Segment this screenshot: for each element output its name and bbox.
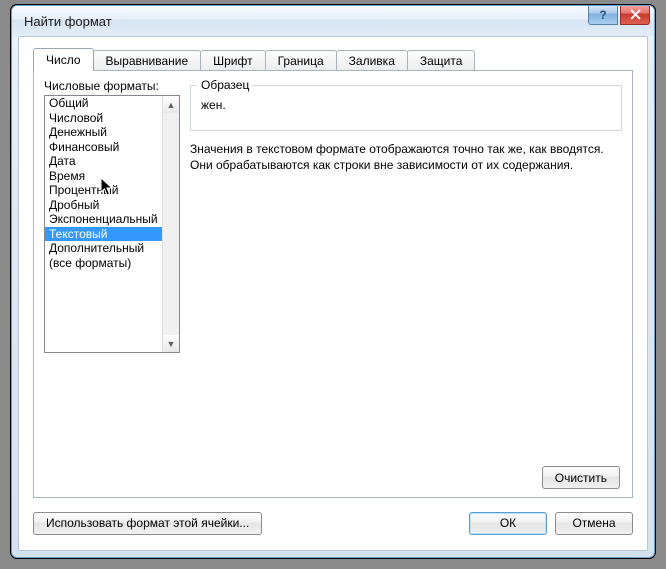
list-item[interactable]: Процентный [45, 183, 162, 198]
chevron-down-icon: ▼ [167, 339, 176, 349]
list-item[interactable]: Дата [45, 154, 162, 169]
chevron-up-icon: ▲ [167, 100, 176, 110]
dialog-window: Найти формат ? Число Выравнивание [11, 5, 655, 558]
window-title: Найти формат [20, 14, 112, 29]
tab-label: Число [46, 53, 81, 67]
tab-body: Числовые форматы: Общий Числовой Денежны… [33, 70, 633, 498]
close-button[interactable] [620, 5, 650, 25]
tabstrip: Число Выравнивание Шрифт Граница Заливка… [33, 49, 633, 71]
format-description: Значения в текстовом формате отображаютс… [190, 141, 622, 173]
list-item[interactable]: Общий [45, 96, 162, 111]
list-item[interactable]: (все форматы) [45, 256, 162, 271]
tab-label: Защита [420, 54, 463, 68]
help-icon: ? [599, 8, 606, 22]
close-icon [630, 9, 641, 20]
button-label: Очистить [555, 471, 607, 485]
tab-number[interactable]: Число [33, 48, 94, 71]
button-label: Отмена [572, 516, 615, 530]
tab-border[interactable]: Граница [265, 50, 337, 71]
help-button[interactable]: ? [588, 5, 618, 25]
tab-label: Заливка [349, 54, 395, 68]
tab-label: Выравнивание [106, 54, 189, 68]
tab-alignment[interactable]: Выравнивание [93, 50, 202, 71]
titlebar[interactable]: Найти формат ? [12, 6, 654, 36]
tab-fill[interactable]: Заливка [336, 50, 408, 71]
ok-button[interactable]: ОК [469, 512, 547, 535]
list-item[interactable]: Экспоненциальный [45, 212, 162, 227]
format-listbox[interactable]: Общий Числовой Денежный Финансовый Дата … [44, 95, 180, 353]
list-item[interactable]: Дополнительный [45, 241, 162, 256]
format-list-items: Общий Числовой Денежный Финансовый Дата … [45, 96, 162, 270]
list-item-selected[interactable]: Текстовый [45, 227, 162, 242]
tab-label: Граница [278, 54, 324, 68]
clear-row: Очистить [542, 466, 620, 489]
title-buttons: ? [588, 5, 650, 25]
button-label: Использовать формат этой ячейки... [46, 516, 249, 530]
sample-value: жен. [191, 86, 621, 112]
tab-protection[interactable]: Защита [407, 50, 476, 71]
list-item[interactable]: Время [45, 169, 162, 184]
button-label: ОК [500, 516, 516, 530]
cancel-button[interactable]: Отмена [555, 512, 633, 535]
tab-font[interactable]: Шрифт [200, 50, 265, 71]
list-item[interactable]: Числовой [45, 111, 162, 126]
formats-label: Числовые форматы: [44, 79, 159, 93]
window-frame: Найти формат ? Число Выравнивание [10, 4, 656, 559]
sample-fieldset: Образец жен. [190, 85, 622, 131]
clear-button[interactable]: Очистить [542, 466, 620, 489]
scroll-up-button[interactable]: ▲ [163, 96, 179, 113]
sample-label: Образец [197, 78, 253, 92]
client-area: Число Выравнивание Шрифт Граница Заливка… [18, 36, 648, 551]
list-item[interactable]: Денежный [45, 125, 162, 140]
list-item[interactable]: Финансовый [45, 140, 162, 155]
bottom-button-row: Использовать формат этой ячейки... ОК От… [33, 510, 633, 536]
scroll-down-button[interactable]: ▼ [163, 335, 179, 352]
use-cell-format-button[interactable]: Использовать формат этой ячейки... [33, 512, 262, 535]
tab-label: Шрифт [213, 54, 252, 68]
list-scrollbar[interactable]: ▲ ▼ [162, 96, 179, 352]
list-item[interactable]: Дробный [45, 198, 162, 213]
